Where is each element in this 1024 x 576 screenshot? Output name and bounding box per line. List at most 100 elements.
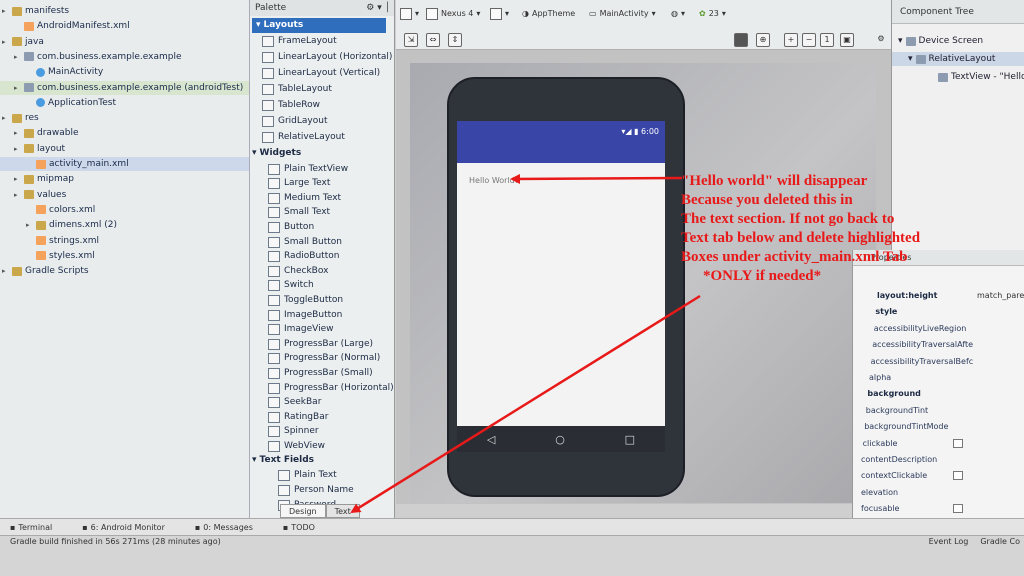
palette-item[interactable]: RadioButton [268,249,339,264]
palette-item[interactable]: GridLayout [262,114,327,129]
tool-window-button[interactable]: ▪ 6: Android Monitor [82,523,165,532]
screenshot-icon[interactable]: ▣ [840,33,854,47]
expand-arrow-icon[interactable]: ▸ [2,35,9,49]
settings-gear-icon[interactable]: ⚙ [874,33,888,47]
palette-category-text_fields[interactable]: ▾ Text Fields [252,453,314,468]
api-selector[interactable]: ✿ 23 ▾ [699,6,726,22]
palette-settings-icon[interactable]: ⚙ ▾ │ [366,0,390,16]
palette-item[interactable]: TableLayout [262,82,332,97]
expand-arrow-icon[interactable]: ▸ [26,218,33,232]
property-row[interactable]: accessibilityTraversalAfte [853,337,1024,353]
property-row[interactable]: background [853,386,1024,402]
device-selector[interactable]: Nexus 4 ▾ [426,6,480,22]
wrap-icon[interactable]: ⇲ [404,33,418,47]
property-checkbox[interactable] [953,471,963,481]
palette-item[interactable]: ProgressBar (Large) [268,337,373,352]
property-row[interactable]: elevation [853,485,1024,501]
tool-window-button[interactable]: ▪ TODO [283,523,315,532]
locale-selector[interactable]: ◍ ▾ [671,6,685,22]
project-tree-item[interactable]: ▸ com.business.example.example (androidTe… [0,80,249,95]
expand-arrow-icon[interactable]: ▸ [14,81,21,95]
property-value[interactable]: match_pare [977,288,1024,304]
project-tree-item[interactable]: ▸ values [0,188,249,202]
activity-selector[interactable]: ▭ MainActivity ▾ [589,6,656,22]
property-row[interactable]: accessibilityTraversalBefc [853,354,1024,370]
palette-item[interactable]: ProgressBar (Horizontal) [268,381,394,396]
project-tree-item[interactable]: colors.xml [0,203,249,217]
palette-item[interactable]: LinearLayout (Horizontal) [262,50,392,65]
palette-item[interactable]: TableRow [262,98,320,113]
project-tree-item[interactable]: AndroidManifest.xml [0,19,249,33]
project-tree-item[interactable]: ▸ java [0,35,249,49]
tree-item-relativelayout[interactable]: ▾ RelativeLayout [892,52,1024,66]
property-checkbox[interactable] [953,504,963,514]
palette-item[interactable]: Medium Text [268,191,341,206]
property-row[interactable]: layout:height match_pare [853,288,1024,304]
expand-arrow-icon[interactable]: ▸ [14,126,21,140]
zoom-fit-icon[interactable]: ⊕ [756,33,770,47]
project-tree-item[interactable]: ▸ manifests [0,4,249,18]
tab-text[interactable]: Text [325,504,360,518]
project-tree-item[interactable]: ▸ dimens.xml (2) [0,218,249,232]
project-tree-item[interactable]: styles.xml [0,249,249,263]
property-checkbox[interactable] [953,438,963,448]
palette-item[interactable]: LinearLayout (Vertical) [262,66,380,81]
property-row[interactable]: clickable [853,436,1024,452]
property-row[interactable]: contentDescription [853,452,1024,468]
render-options-button[interactable]: ▾ [400,6,419,22]
zoom-actual-icon[interactable]: 1 [820,33,834,47]
palette-item[interactable]: FrameLayout [262,34,337,49]
palette-category-layouts[interactable]: ▾ Layouts [252,18,386,33]
project-tree-item[interactable]: ▸ mipmap [0,172,249,186]
expand-arrow-icon[interactable]: ▸ [14,142,21,156]
tool-window-button[interactable]: ▪ 0: Messages [195,523,253,532]
palette-item[interactable]: ProgressBar (Small) [268,366,373,381]
tool-window-button[interactable]: ▪ Terminal [10,523,52,532]
theme-selector[interactable]: ◑ AppTheme [522,6,575,22]
event-log-button[interactable]: Event Log [929,537,969,546]
project-tree-item[interactable]: ▸ drawable [0,126,249,140]
device-screen[interactable]: ▾◢ ▮ 6:00 Hello World! [457,121,665,426]
screen-icon[interactable] [734,33,748,47]
expand-arrow-icon[interactable]: ▸ [2,111,9,125]
zoom-in-icon[interactable]: + [784,33,798,47]
project-tree-item[interactable]: ApplicationTest [0,96,249,110]
fill-height-icon[interactable]: ⇕ [448,33,462,47]
palette-item[interactable]: Person Name [278,483,354,498]
palette-item[interactable]: Switch [268,278,314,293]
project-tree-item[interactable]: ▸ Gradle Scripts [0,264,249,278]
expand-arrow-icon[interactable]: ▸ [2,264,9,278]
expand-arrow-icon[interactable]: ▸ [2,4,9,18]
expand-arrow-icon[interactable]: ▸ [14,188,21,202]
project-tree-item[interactable]: ▸ res [0,111,249,125]
palette-item[interactable]: RatingBar [268,410,328,425]
palette-item[interactable]: Button [268,220,314,235]
palette-item[interactable]: ImageView [268,322,334,337]
palette-item[interactable]: ImageButton [268,308,342,323]
palette-item[interactable]: Small Text [268,205,330,220]
property-row[interactable]: accessibilityLiveRegion [853,321,1024,337]
project-tree-item[interactable]: activity_main.xml [0,157,249,171]
project-tree-item[interactable]: ▸ com.business.example.example [0,50,249,64]
property-row[interactable]: backgroundTintMode [853,419,1024,435]
palette-item[interactable]: RelativeLayout [262,130,345,145]
palette-item[interactable]: Large Text [268,176,330,191]
gradle-console-button[interactable]: Gradle Co [980,537,1020,546]
palette-item[interactable]: ProgressBar (Normal) [268,351,380,366]
palette-item[interactable]: Plain Text [278,468,337,483]
zoom-out-icon[interactable]: − [802,33,816,47]
tree-item-textview[interactable]: TextView - "Hello [938,70,1024,84]
property-row[interactable]: alpha [853,370,1024,386]
project-tree-item[interactable]: strings.xml [0,234,249,248]
palette-item[interactable]: SeekBar [268,395,321,410]
project-tree-item[interactable]: MainActivity [0,65,249,79]
project-tree-item[interactable]: ▸ layout [0,142,249,156]
hello-world-textview[interactable]: Hello World! [469,176,518,185]
orientation-selector[interactable]: ▾ [490,6,509,22]
palette-category-widgets[interactable]: ▾ Widgets [252,146,301,161]
palette-item[interactable]: ToggleButton [268,293,343,308]
tree-item-device-screen[interactable]: ▾ Device Screen [898,34,983,48]
property-row[interactable]: contextClickable [853,468,1024,484]
fill-width-icon[interactable]: ⇔ [426,33,440,47]
property-row[interactable]: style [853,304,1024,320]
